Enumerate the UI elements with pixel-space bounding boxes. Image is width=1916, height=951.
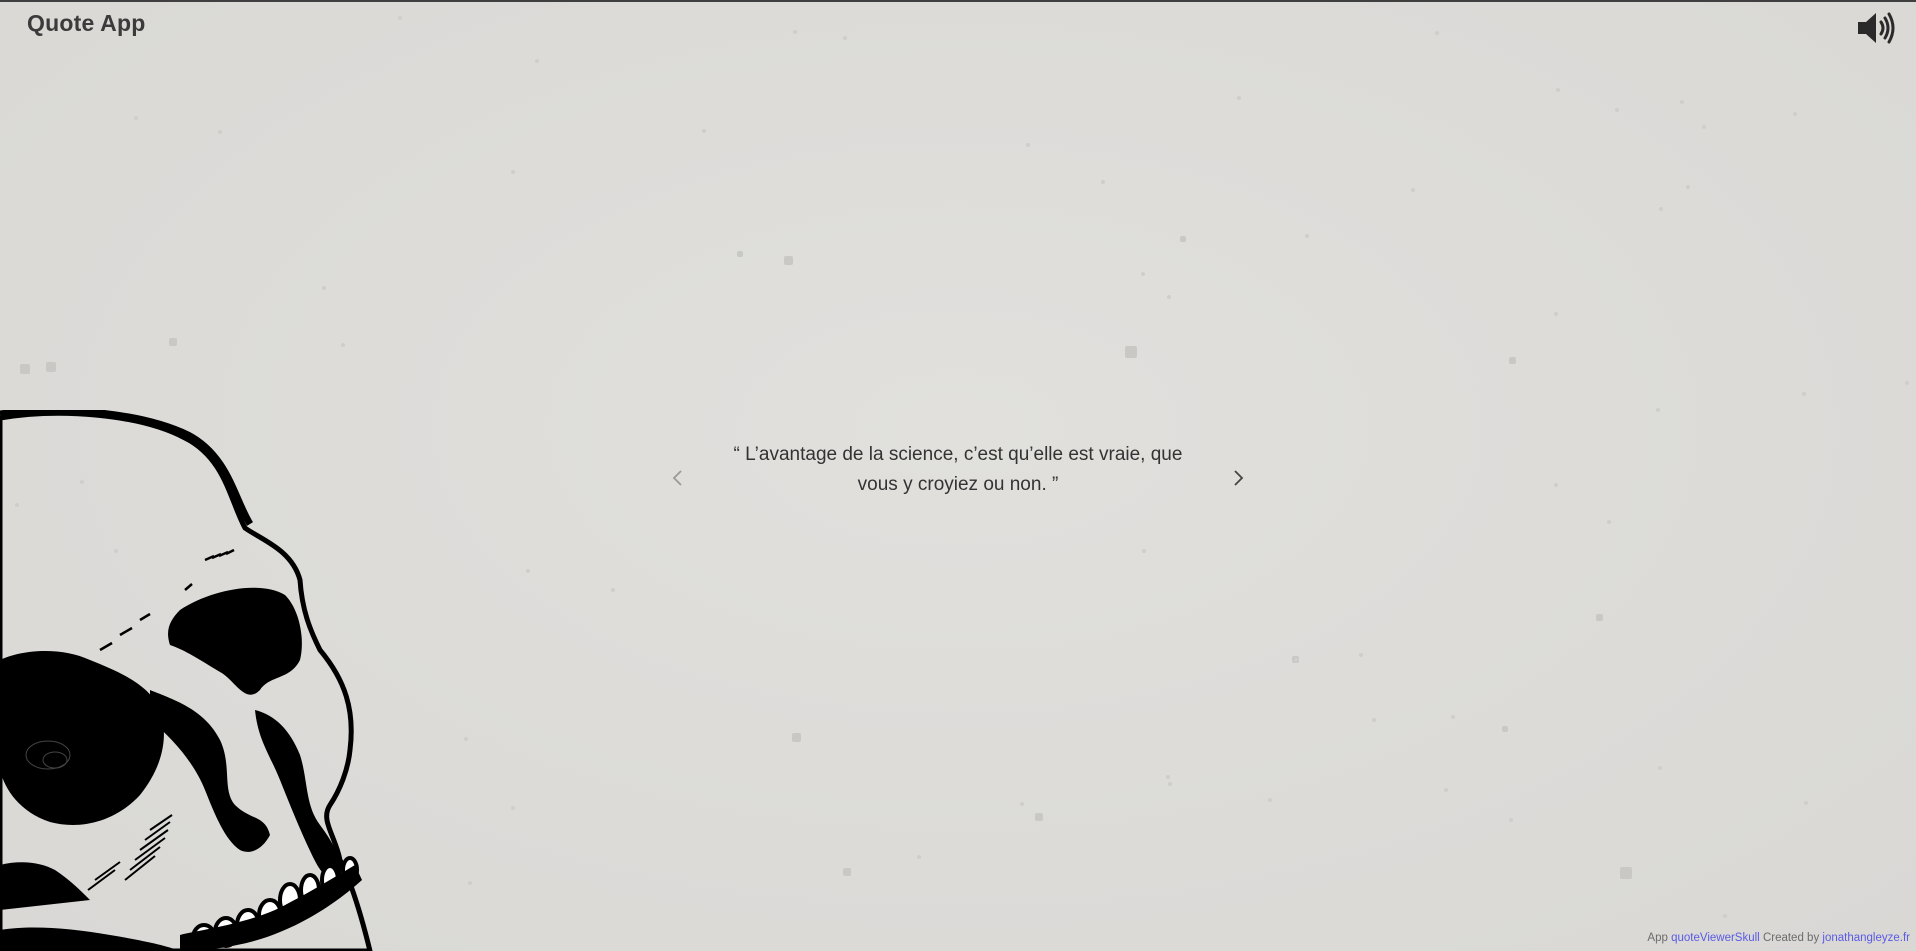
quote-carousel: “ L’avantage de la science, c’est qu’ell… (660, 440, 1256, 516)
chevron-left-icon (672, 470, 682, 486)
footer-credits: App quoteViewerSkull Created by jonathan… (1647, 932, 1910, 944)
footer-created-by: Created by (1762, 932, 1820, 944)
quote-body: L’avantage de la science, c’est qu’elle … (745, 444, 1183, 495)
app-title: Quote App (27, 10, 146, 36)
sound-toggle-button[interactable] (1856, 10, 1898, 46)
volume-up-icon (1858, 12, 1895, 44)
app-link[interactable]: quoteViewerSkull (1671, 932, 1760, 944)
skull-illustration (0, 410, 373, 951)
author-link[interactable]: jonathangleyze.fr (1822, 932, 1910, 944)
chevron-right-icon (1234, 470, 1244, 486)
next-quote-button[interactable] (1226, 460, 1250, 496)
top-border (0, 0, 1916, 2)
footer-app-prefix: App (1647, 932, 1668, 944)
quote-text: “ L’avantage de la science, c’est qu’ell… (720, 440, 1196, 500)
quote-close-mark: ” (1052, 474, 1059, 495)
quote-open-mark: “ (733, 444, 740, 465)
previous-quote-button[interactable] (666, 460, 690, 496)
